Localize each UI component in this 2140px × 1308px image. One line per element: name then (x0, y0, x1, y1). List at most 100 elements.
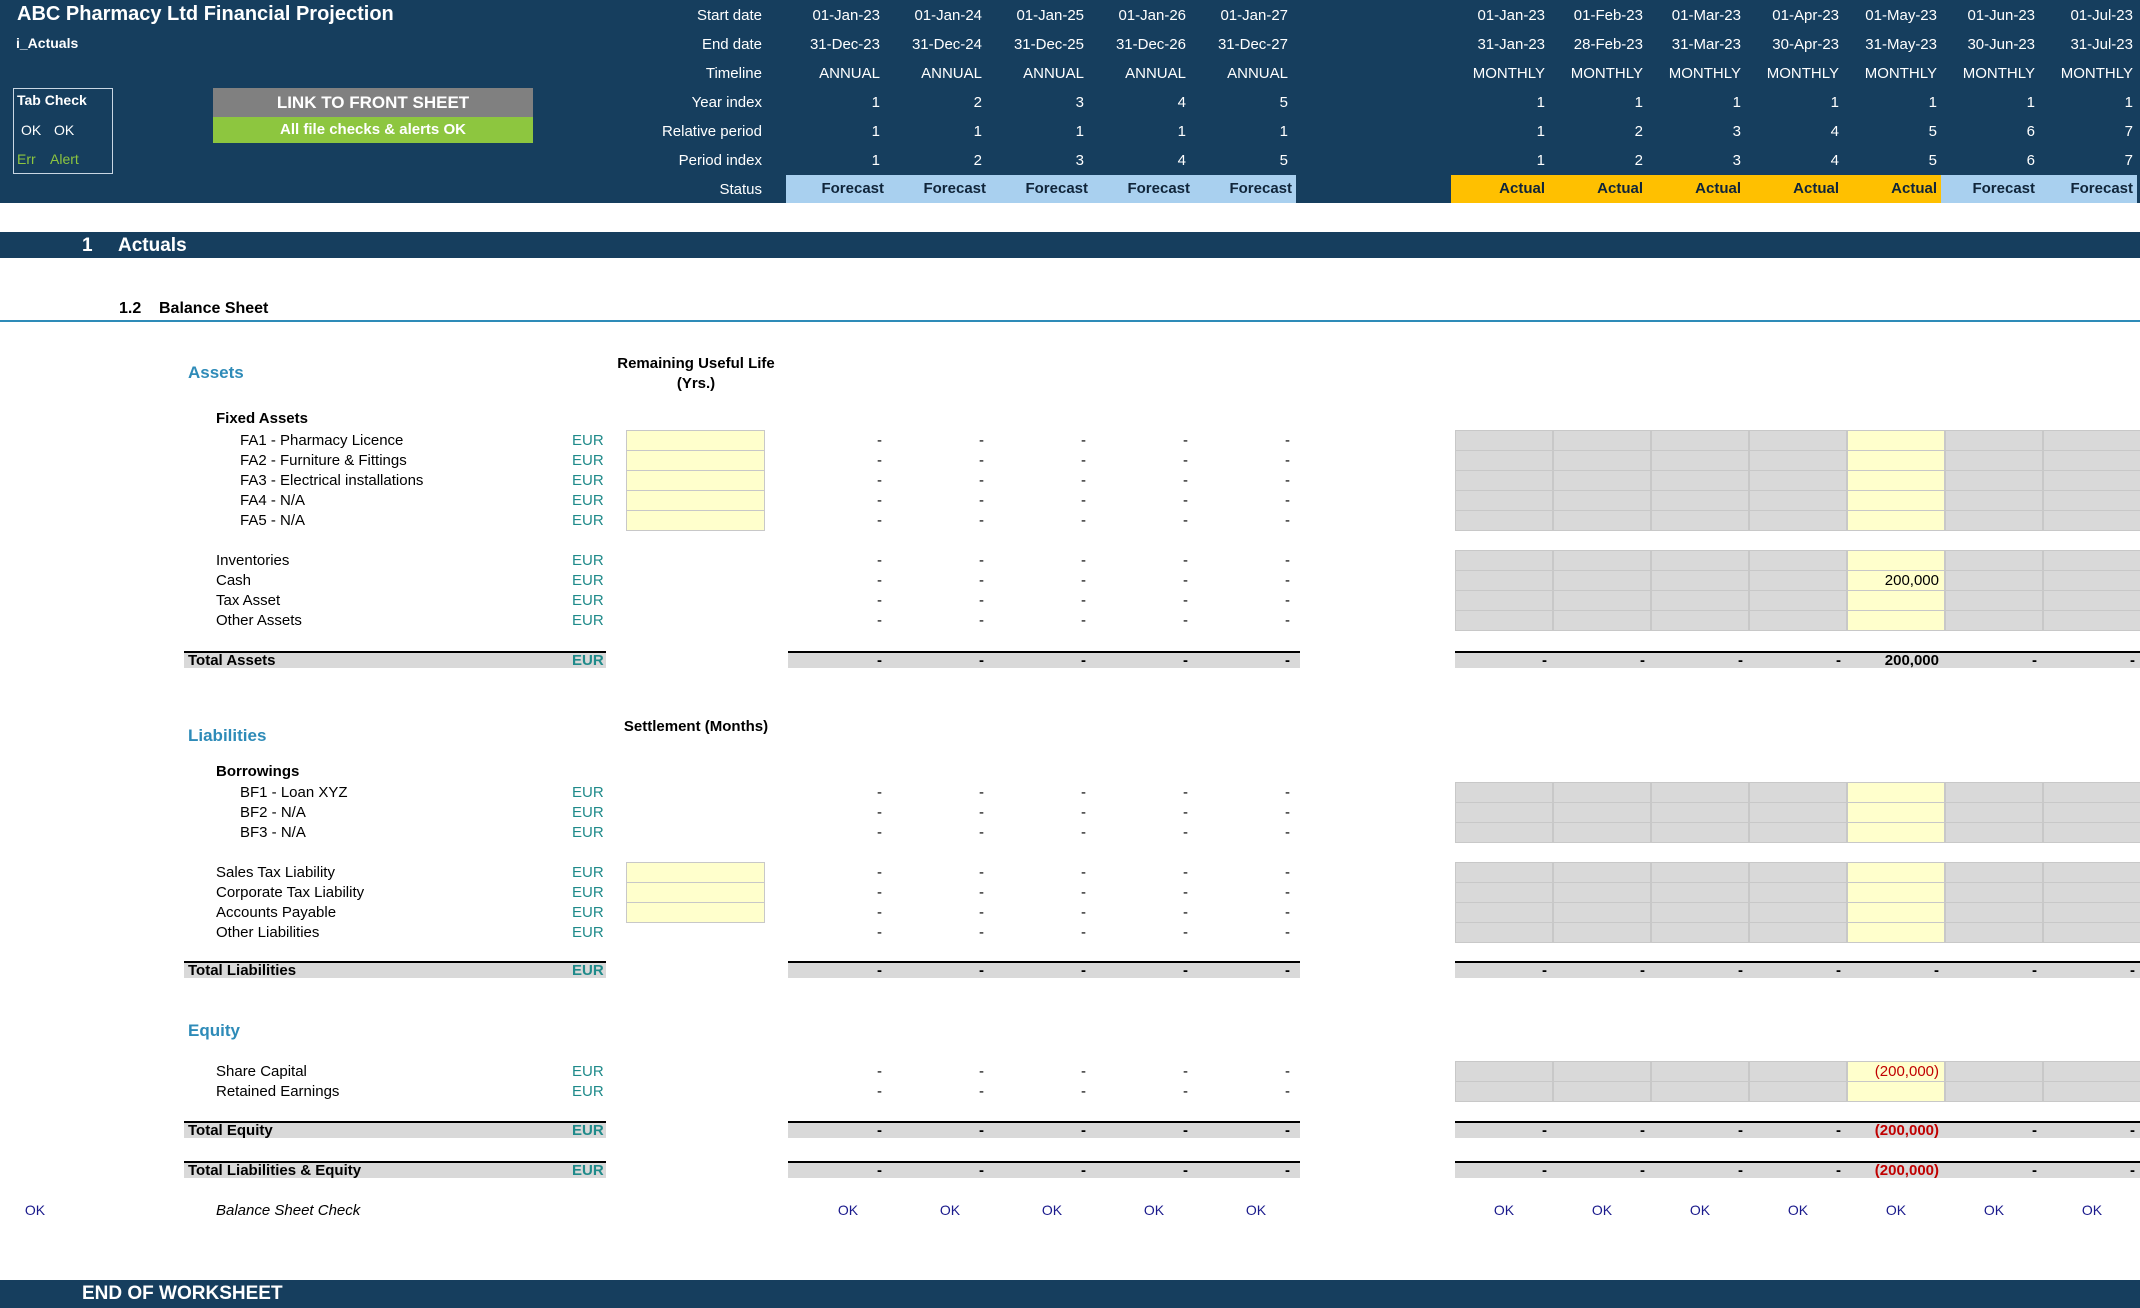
monthly-relative-3: 3 (1732, 123, 1741, 140)
share-capital-month-cell-7 (2043, 1061, 2140, 1082)
fa5-n-a-month-cell-5[interactable] (1847, 510, 1945, 531)
tab-check-err: Err (17, 151, 36, 167)
monthly-start-1: 01-Jan-23 (1477, 7, 1545, 24)
corporate-tax-liability-annual-4: - (1183, 884, 1188, 901)
fa1-pharmacy-licence-month-cell-5[interactable] (1847, 430, 1945, 451)
tax-asset-month-cell-1 (1455, 590, 1553, 611)
equity-heading: Equity (188, 1021, 240, 1040)
fa1-pharmacy-licence-annual-5: - (1285, 432, 1290, 449)
fa2-furniture-fittings-annual-3: - (1081, 452, 1086, 469)
bf2-n-a-month-cell-1 (1455, 802, 1553, 823)
fa4-n-a-month-cell-7 (2043, 490, 2140, 511)
balance-check-annual-4: OK (1143, 1202, 1165, 1218)
monthly-timeline-4: MONTHLY (1766, 65, 1839, 82)
total-liabilities-equity-annual-1: - (877, 1162, 882, 1179)
annual-period-index-2: 2 (973, 152, 982, 169)
total-equity-annual-2: - (979, 1122, 984, 1139)
fa4-n-a-month-cell-1 (1455, 490, 1553, 511)
accounts-payable-annual-4: - (1183, 904, 1188, 921)
inventories-month-cell-5[interactable] (1847, 550, 1945, 571)
total-assets-label: Total Assets (188, 652, 276, 669)
bf3-n-a-annual-2: - (979, 824, 984, 841)
balance-check-annual-2: OK (939, 1202, 961, 1218)
corporate-tax-liability-month-cell-2 (1553, 882, 1651, 903)
fa3-electrical-installations-label: FA3 - Electrical installations (240, 472, 424, 489)
bf1-loan-xyz-month-cell-5[interactable] (1847, 782, 1945, 803)
corporate-tax-liability-input-cell[interactable] (626, 882, 765, 903)
tax-asset-month-cell-6 (1945, 590, 2043, 611)
share-capital-label: Share Capital (216, 1063, 307, 1080)
total-equity-month-5: (200,000) (1874, 1122, 1939, 1139)
total-liabilities-equity-annual-4: - (1183, 1162, 1188, 1179)
fa2-furniture-fittings-annual-1: - (877, 452, 882, 469)
annual-year-index-2: 2 (973, 94, 982, 111)
fa4-n-a-month-cell-5[interactable] (1847, 490, 1945, 511)
sales-tax-liability-month-cell-3 (1651, 862, 1749, 883)
accounts-payable-month-cell-5[interactable] (1847, 902, 1945, 923)
total-assets-annual-3: - (1081, 652, 1086, 669)
monthly-period-index-5: 5 (1928, 152, 1937, 169)
retained-earnings-month-cell-5[interactable] (1847, 1081, 1945, 1102)
total-liabilities-equity-month-1: - (1542, 1162, 1547, 1179)
subsection-title: Balance Sheet (159, 300, 269, 317)
tax-asset-month-cell-5[interactable] (1847, 590, 1945, 611)
other-assets-month-cell-5[interactable] (1847, 610, 1945, 631)
bf2-n-a-month-cell-5[interactable] (1847, 802, 1945, 823)
tax-asset-annual-5: - (1285, 592, 1290, 609)
other-liabilities-month-cell-7 (2043, 922, 2140, 943)
monthly-start-4: 01-Apr-23 (1772, 7, 1839, 24)
monthly-status-1: Actual (1451, 175, 1549, 203)
total-liabilities-month-2: - (1640, 962, 1645, 979)
fa3-electrical-installations-month-cell-7 (2043, 470, 2140, 491)
link-to-front-sheet-button[interactable]: LINK TO FRONT SHEET (213, 88, 533, 117)
section-title: Actuals (118, 235, 187, 256)
annual-start-5: 01-Jan-27 (1220, 7, 1288, 24)
bf1-loan-xyz-month-cell-4 (1749, 782, 1847, 803)
annual-period-index-5: 5 (1279, 152, 1288, 169)
end-band: END OF WORKSHEET (0, 1280, 2140, 1308)
fa1-pharmacy-licence-month-cell-3 (1651, 430, 1749, 451)
accounts-payable-label: Accounts Payable (216, 904, 337, 921)
fa2-furniture-fittings-month-cell-5[interactable] (1847, 450, 1945, 471)
bf2-n-a-annual-3: - (1081, 804, 1086, 821)
fa4-n-a-month-cell-2 (1553, 490, 1651, 511)
other-liabilities-month-cell-3 (1651, 922, 1749, 943)
fa3-electrical-installations-annual-1: - (877, 472, 882, 489)
fa2-furniture-fittings-month-cell-6 (1945, 450, 2043, 471)
fa1-pharmacy-licence-annual-2: - (979, 432, 984, 449)
monthly-relative-6: 6 (2026, 123, 2035, 140)
fa3-electrical-installations-input-cell[interactable] (626, 470, 765, 491)
total-liabilities-equity-month-2: - (1640, 1162, 1645, 1179)
fa4-n-a-input-cell[interactable] (626, 490, 765, 511)
balance-check-annual-1: OK (837, 1202, 859, 1218)
fa2-furniture-fittings-month-cell-7 (2043, 450, 2140, 471)
sales-tax-liability-input-cell[interactable] (626, 862, 765, 883)
total-assets-annual-4: - (1183, 652, 1188, 669)
fa2-furniture-fittings-input-cell[interactable] (626, 450, 765, 471)
fa1-pharmacy-licence-input-cell[interactable] (626, 430, 765, 451)
fa5-n-a-input-cell[interactable] (626, 510, 765, 531)
corporate-tax-liability-annual-2: - (979, 884, 984, 901)
accounts-payable-month-cell-6 (1945, 902, 2043, 923)
fa3-electrical-installations-month-cell-5[interactable] (1847, 470, 1945, 491)
settlement-header: Settlement (Months) (623, 718, 769, 735)
corporate-tax-liability-month-cell-5[interactable] (1847, 882, 1945, 903)
relative-period-label: Relative period (661, 123, 762, 140)
cash-month-cell-6 (1945, 570, 2043, 591)
monthly-relative-5: 5 (1928, 123, 1937, 140)
fa3-electrical-installations-month-cell-2 (1553, 470, 1651, 491)
bf1-loan-xyz-unit: EUR (572, 784, 604, 801)
monthly-status-7: Forecast (2039, 175, 2137, 203)
total-equity-annual-3: - (1081, 1122, 1086, 1139)
total-equity-month-6: - (2032, 1122, 2037, 1139)
accounts-payable-input-cell[interactable] (626, 902, 765, 923)
other-liabilities-month-cell-5[interactable] (1847, 922, 1945, 943)
share-capital-annual-4: - (1183, 1063, 1188, 1080)
fa1-pharmacy-licence-annual-1: - (877, 432, 882, 449)
retained-earnings-month-cell-3 (1651, 1081, 1749, 1102)
bf2-n-a-month-cell-3 (1651, 802, 1749, 823)
bf3-n-a-month-cell-5[interactable] (1847, 822, 1945, 843)
sales-tax-liability-month-cell-5[interactable] (1847, 862, 1945, 883)
monthly-relative-4: 4 (1830, 123, 1839, 140)
total-liabilities-annual-4: - (1183, 962, 1188, 979)
